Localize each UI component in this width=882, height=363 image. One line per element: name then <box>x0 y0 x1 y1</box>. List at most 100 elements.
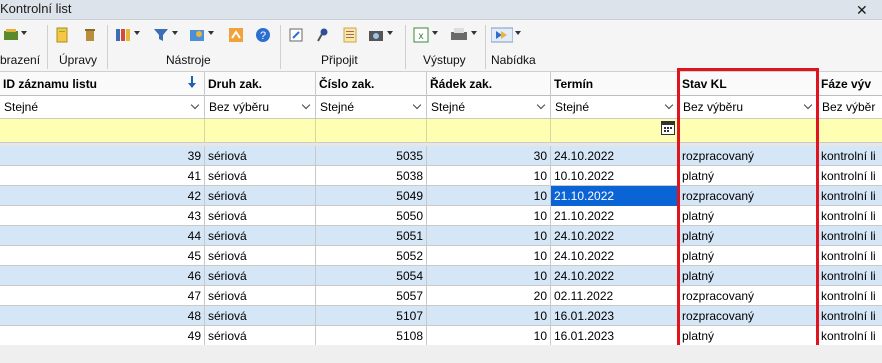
quick-filter-input[interactable] <box>205 119 316 143</box>
table-row[interactable]: 49 sériová 5108 10 16.01.2023 platný kontrolní… <box>0 326 882 346</box>
chevron-down-icon[interactable] <box>803 100 813 110</box>
cell-termin[interactable]: 24.10.2022 <box>551 246 679 266</box>
cell-faze[interactable]: kontrolní li <box>818 146 882 166</box>
cell-id[interactable]: 42 <box>0 186 205 206</box>
cell-faze[interactable]: kontrolní li <box>818 226 882 246</box>
cell-druh[interactable]: sériová <box>205 246 316 266</box>
checklist-icon[interactable] <box>342 27 358 43</box>
cell-cislo[interactable]: 5052 <box>316 246 427 266</box>
cell-stav[interactable]: platný <box>679 166 818 186</box>
cell-druh[interactable]: sériová <box>205 206 316 226</box>
chevron-down-icon[interactable] <box>21 31 27 35</box>
ribbon-group-edit[interactable]: Úpravy <box>59 53 97 67</box>
filter-select-termin[interactable]: Stejné <box>551 96 679 119</box>
column-header-termin[interactable]: Termín <box>551 72 679 96</box>
cell-id[interactable]: 41 <box>0 166 205 186</box>
cell-termin[interactable]: 24.10.2022 <box>551 266 679 286</box>
cell-faze[interactable]: kontrolní li <box>818 166 882 186</box>
cell-faze[interactable]: kontrolní li <box>818 326 882 346</box>
cell-termin[interactable]: 16.01.2023 <box>551 306 679 326</box>
cell-stav[interactable]: platný <box>679 226 818 246</box>
cell-termin[interactable]: 16.01.2023 <box>551 326 679 346</box>
cell-id[interactable]: 39 <box>0 146 205 166</box>
cell-faze[interactable]: kontrolní li <box>818 186 882 206</box>
cell-stav[interactable]: rozpracovaný <box>679 286 818 306</box>
cell-druh[interactable]: sériová <box>205 186 316 206</box>
quick-filter-input[interactable] <box>427 119 551 143</box>
cell-radek[interactable]: 10 <box>427 206 551 226</box>
close-icon[interactable]: ✕ <box>856 2 868 19</box>
chevron-down-icon[interactable] <box>515 31 521 35</box>
cell-faze[interactable]: kontrolní li <box>818 206 882 226</box>
chevron-down-icon[interactable] <box>471 31 477 35</box>
filter-select-cislo[interactable]: Stejné <box>316 96 427 119</box>
cell-cislo[interactable]: 5050 <box>316 206 427 226</box>
cell-stav[interactable]: rozpracovaný <box>679 146 818 166</box>
cell-radek[interactable]: 10 <box>427 246 551 266</box>
table-row[interactable]: 44 sériová 5051 10 24.10.2022 platný kontrolní… <box>0 226 882 246</box>
cell-cislo[interactable]: 5049 <box>316 186 427 206</box>
cell-termin[interactable]: 02.11.2022 <box>551 286 679 306</box>
cell-id[interactable]: 43 <box>0 206 205 226</box>
column-header-stav[interactable]: Stav KL <box>679 72 818 96</box>
quick-filter-input[interactable] <box>818 119 882 143</box>
ribbon-group-menu[interactable]: Nabídka <box>491 53 536 67</box>
quick-filter-input[interactable] <box>0 119 205 143</box>
cell-druh[interactable]: sériová <box>205 326 316 346</box>
cell-faze[interactable]: kontrolní li <box>818 286 882 306</box>
cell-id[interactable]: 47 <box>0 286 205 306</box>
cell-stav[interactable]: platný <box>679 266 818 286</box>
excel-icon[interactable]: x <box>413 27 429 43</box>
cell-faze[interactable]: kontrolní li <box>818 306 882 326</box>
filter-icon[interactable] <box>153 27 169 43</box>
quick-filter-input[interactable] <box>551 119 679 143</box>
calendar-icon[interactable] <box>661 121 675 138</box>
table-row[interactable]: 46 sériová 5054 10 24.10.2022 platný kontrolní… <box>0 266 882 286</box>
help-icon[interactable]: ? <box>255 27 271 43</box>
cell-faze[interactable]: kontrolní li <box>818 266 882 286</box>
cell-cislo[interactable]: 5051 <box>316 226 427 246</box>
cell-termin[interactable]: 10.10.2022 <box>551 166 679 186</box>
quick-filter-input[interactable] <box>316 119 427 143</box>
cell-termin[interactable]: 21.10.2022 <box>551 206 679 226</box>
attach-edit-icon[interactable] <box>288 27 304 43</box>
filter-select-stav[interactable]: Bez výběru <box>679 96 818 119</box>
cell-radek[interactable]: 10 <box>427 186 551 206</box>
refresh-icon[interactable] <box>189 27 205 43</box>
chevron-down-icon[interactable] <box>664 100 674 110</box>
column-header-druh[interactable]: Druh zak. <box>205 72 316 96</box>
export-icon[interactable] <box>228 27 244 43</box>
column-header-cislo[interactable]: Číslo zak. <box>316 72 427 96</box>
chevron-down-icon[interactable] <box>536 100 546 110</box>
table-row[interactable]: 41 sériová 5038 10 10.10.2022 platný kontrolní… <box>0 166 882 186</box>
cell-stav[interactable]: rozpracovaný <box>679 186 818 206</box>
cell-radek[interactable]: 10 <box>427 266 551 286</box>
cell-termin[interactable]: 21.10.2022 <box>551 186 679 206</box>
column-header-id[interactable]: ID záznamu listu <box>0 72 205 96</box>
table-row[interactable]: 43 sériová 5050 10 21.10.2022 platný kontrolní… <box>0 206 882 226</box>
cell-radek[interactable]: 10 <box>427 226 551 246</box>
cell-radek[interactable]: 10 <box>427 166 551 186</box>
cell-radek[interactable]: 30 <box>427 146 551 166</box>
cell-faze[interactable]: kontrolní li <box>818 246 882 266</box>
ribbon-group-tools[interactable]: Nástroje <box>166 53 211 67</box>
ribbon-group-outputs[interactable]: Výstupy <box>423 53 466 67</box>
cell-radek[interactable]: 20 <box>427 286 551 306</box>
cell-cislo[interactable]: 5108 <box>316 326 427 346</box>
cell-cislo[interactable]: 5107 <box>316 306 427 326</box>
columns-icon[interactable] <box>115 27 131 43</box>
edit-icon[interactable] <box>54 27 70 43</box>
table-row[interactable]: 45 sériová 5052 10 24.10.2022 platný kontrolní… <box>0 246 882 266</box>
cell-stav[interactable]: platný <box>679 246 818 266</box>
cell-stav[interactable]: rozpracovaný <box>679 306 818 326</box>
cell-druh[interactable]: sériová <box>205 166 316 186</box>
cell-cislo[interactable]: 5035 <box>316 146 427 166</box>
table-row[interactable]: 42 sériová 5049 10 21.10.2022 rozpracovaný kon… <box>0 186 882 206</box>
cell-id[interactable]: 49 <box>0 326 205 346</box>
cell-druh[interactable]: sériová <box>205 226 316 246</box>
view-icon[interactable] <box>3 27 19 43</box>
cell-cislo[interactable]: 5057 <box>316 286 427 306</box>
cell-druh[interactable]: sériová <box>205 306 316 326</box>
ribbon-group-attach[interactable]: Připojit <box>321 53 358 67</box>
cell-cislo[interactable]: 5054 <box>316 266 427 286</box>
